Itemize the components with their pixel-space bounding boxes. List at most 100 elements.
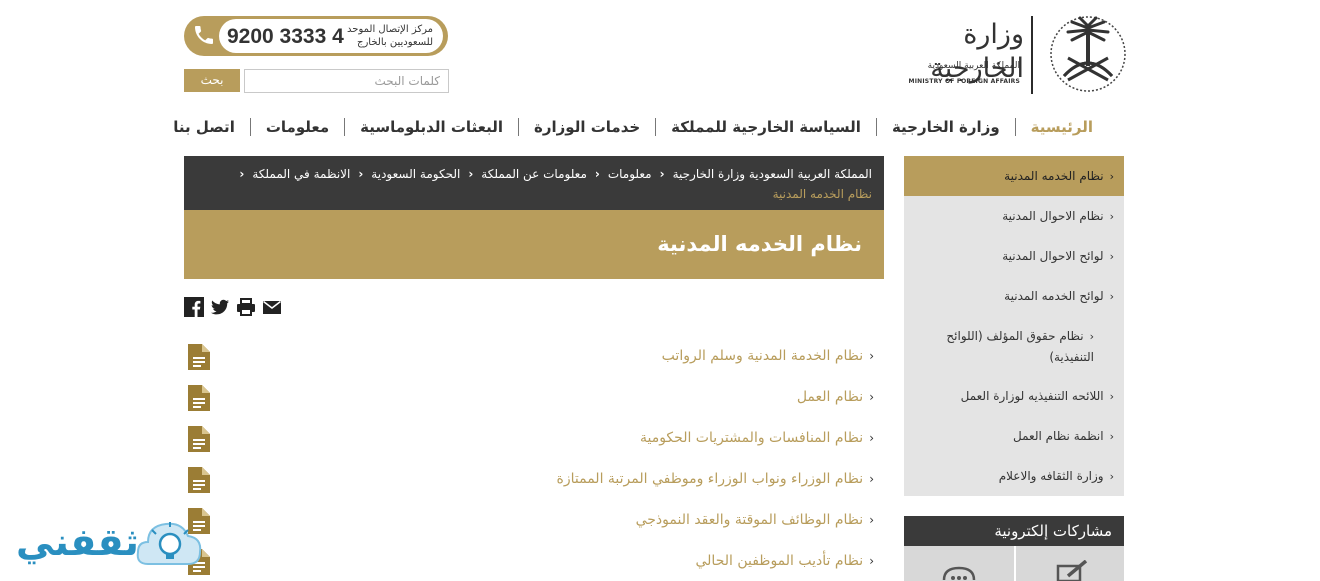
sidebar-item-culture-media[interactable]: ‹ وزارة الثقافه والاعلام	[904, 466, 1124, 487]
palm-swords-emblem-icon	[1050, 16, 1126, 92]
chevron-left-icon: ‹	[869, 390, 874, 404]
sidebar-item-label: انظمة نظام العمل	[1013, 429, 1104, 443]
chevron-left-icon: ‹	[1109, 290, 1114, 303]
sidebar: ‹ نظام الخدمه المدنية ‹ نظام الاحوال المدن…	[904, 156, 1124, 496]
chevron-left-icon: ‹	[869, 554, 874, 568]
document-icon	[188, 385, 210, 411]
chevron-left-icon: ‹	[1109, 430, 1114, 443]
chevron-left-icon: ‹	[869, 472, 874, 486]
contact-center-badge[interactable]: 9200 3333 4 مركز الإتصال الموحد للسعوديي…	[184, 16, 448, 56]
nav-item-home[interactable]: الرئيسية	[1016, 112, 1108, 142]
twitter-icon[interactable]	[210, 297, 230, 317]
edit-pen-icon[interactable]	[1054, 560, 1090, 581]
document-title: نظام الوزراء ونواب الوزراء وموظفي المرتب…	[556, 471, 864, 487]
document-row[interactable]: ‹ نظام الخدمة المدنية وسلم الرواتب	[184, 344, 884, 385]
breadcrumb-item[interactable]: الانظمة في المملكة	[252, 164, 350, 184]
nav-item-ministry[interactable]: وزارة الخارجية	[877, 112, 1015, 142]
document-row[interactable]: ‹ نظام تأديب الموظفين الحالي	[184, 549, 884, 581]
sidebar-item-civil-service-regs[interactable]: ‹ لوائح الخدمه المدنية	[904, 286, 1124, 307]
nav-item-information[interactable]: معلومات	[251, 112, 344, 142]
sidebar-item-label: لوائح الخدمه المدنية	[1004, 289, 1104, 303]
logo-subtitle: المملكة العربية السعودية	[927, 61, 1020, 71]
chevron-left-icon: ‹	[1109, 210, 1114, 223]
breadcrumb-item[interactable]: المملكة العربية السعودية وزارة الخارجية	[673, 164, 872, 184]
sidebar-item-label: لوائح الاحوال المدنية	[1002, 249, 1104, 263]
search-button[interactable]: بحث	[184, 69, 240, 92]
document-row[interactable]: ‹ نظام الوظائف الموقتة والعقد النموذجي	[184, 508, 884, 549]
print-icon[interactable]	[236, 297, 256, 317]
chevron-left-icon: ‹	[1109, 250, 1114, 263]
watermark-text: ثقفني	[16, 520, 139, 564]
eparticipation-header: مشاركات إلكترونية	[904, 516, 1124, 546]
breadcrumb-chevron-icon: ‹	[659, 167, 665, 181]
document-row[interactable]: ‹ نظام الوزراء ونواب الوزراء وموظفي المرت…	[184, 467, 884, 508]
breadcrumb-chevron-icon: ‹	[468, 167, 474, 181]
breadcrumb-item[interactable]: معلومات عن المملكة	[481, 164, 587, 184]
sidebar-item-label: نظام الخدمه المدنية	[1004, 169, 1104, 183]
sidebar-item-civil-status[interactable]: ‹ نظام الاحوال المدنية	[904, 206, 1124, 227]
chevron-left-icon: ‹	[1109, 170, 1114, 183]
phone-inner: 9200 3333 4 مركز الإتصال الموحد للسعوديي…	[219, 19, 443, 53]
ministry-logo[interactable]: وزارة الخارجية المملكة العربية السعودية …	[900, 14, 1128, 96]
document-row[interactable]: ‹ نظام العمل	[184, 385, 884, 426]
document-link[interactable]: ‹ نظام الوظائف الموقتة والعقد النموذجي	[636, 510, 874, 530]
document-title: نظام تأديب الموظفين الحالي	[695, 553, 864, 569]
chevron-left-icon: ‹	[1089, 330, 1094, 343]
main-nav: الرئيسية وزارة الخارجية السياسة الخارجية…	[158, 112, 1108, 142]
document-link[interactable]: ‹ نظام المنافسات والمشتريات الحكومية	[640, 428, 874, 448]
document-icon	[188, 467, 210, 493]
sidebar-item-labor-systems[interactable]: ‹ انظمة نظام العمل	[904, 426, 1124, 447]
lightbulb-cloud-icon	[136, 522, 202, 565]
breadcrumb-current: نظام الخدمه المدنية	[772, 187, 872, 201]
chevron-left-icon: ‹	[1109, 390, 1114, 403]
document-title: نظام المنافسات والمشتريات الحكومية	[639, 430, 864, 446]
chat-bubble-icon[interactable]	[942, 564, 976, 581]
chevron-left-icon: ‹	[869, 349, 874, 363]
breadcrumb-chevron-icon: ‹	[239, 167, 245, 181]
sidebar-item-civil-service[interactable]: ‹ نظام الخدمه المدنية	[904, 156, 1124, 196]
breadcrumb-chevron-icon: ‹	[594, 167, 600, 181]
email-icon[interactable]	[262, 297, 282, 317]
eparticipation-panel	[904, 546, 1124, 581]
search-input[interactable]	[244, 69, 449, 93]
sidebar-item-label: وزارة الثقافه والاعلام	[998, 469, 1104, 483]
document-title: نظام الوظائف الموقتة والعقد النموذجي	[635, 512, 864, 528]
sidebar-item-labor-executive[interactable]: ‹ اللائحه التنفيذيه لوزارة العمل	[904, 386, 1124, 407]
document-icon	[188, 344, 210, 370]
logo-divider	[1031, 16, 1033, 94]
page-title: نظام الخدمه المدنية	[657, 232, 862, 256]
phone-number: 9200 3333 4	[227, 25, 344, 48]
sidebar-item-label: نظام الاحوال المدنية	[1002, 209, 1104, 223]
breadcrumb-item[interactable]: معلومات	[608, 164, 652, 184]
phone-label: مركز الإتصال الموحد للسعوديين بالخارج	[347, 24, 433, 48]
sidebar-item-copyright[interactable]: ‹نظام حقوق المؤلف (اللوائح التنفيذية)	[904, 326, 1104, 367]
document-title: نظام الخدمة المدنية وسلم الرواتب	[661, 348, 864, 364]
breadcrumb-item[interactable]: الحكومة السعودية	[371, 164, 460, 184]
chevron-left-icon: ‹	[869, 513, 874, 527]
sidebar-item-label: نظام حقوق المؤلف (اللوائح التنفيذية)	[946, 329, 1094, 364]
chevron-left-icon: ‹	[1109, 470, 1114, 483]
document-link[interactable]: ‹ نظام العمل	[797, 387, 874, 407]
nav-item-contact[interactable]: اتصل بنا	[158, 112, 250, 142]
document-row[interactable]: ‹ نظام المنافسات والمشتريات الحكومية	[184, 426, 884, 467]
document-link[interactable]: ‹ نظام تأديب الموظفين الحالي	[696, 551, 875, 571]
page-title-bar: نظام الخدمه المدنية	[184, 210, 884, 279]
panel-divider	[1014, 546, 1016, 581]
share-toolbar	[184, 297, 282, 319]
document-link[interactable]: ‹ نظام الوزراء ونواب الوزراء وموظفي المرت…	[557, 469, 874, 489]
document-icon	[188, 426, 210, 452]
document-link[interactable]: ‹ نظام الخدمة المدنية وسلم الرواتب	[662, 346, 874, 366]
breadcrumb: المملكة العربية السعودية وزارة الخارجية …	[184, 156, 884, 210]
sidebar-item-label: اللائحه التنفيذيه لوزارة العمل	[960, 389, 1104, 403]
nav-item-services[interactable]: خدمات الوزارة	[519, 112, 655, 142]
sidebar-item-civil-status-regs[interactable]: ‹ لوائح الاحوال المدنية	[904, 246, 1124, 267]
facebook-icon[interactable]	[184, 297, 204, 317]
nav-item-foreign-policy[interactable]: السياسة الخارجية للمملكة	[656, 112, 876, 142]
nav-item-missions[interactable]: البعثات الدبلوماسية	[345, 112, 518, 142]
logo-english-name: MINISTRY OF FOREIGN AFFAIRS	[908, 78, 1020, 85]
watermark-logo: ثقفني	[14, 512, 214, 578]
breadcrumb-chevron-icon: ‹	[358, 167, 364, 181]
logo-arabic-name: وزارة الخارجية	[930, 19, 1024, 84]
chevron-left-icon: ‹	[869, 431, 874, 445]
phone-icon	[195, 26, 213, 44]
